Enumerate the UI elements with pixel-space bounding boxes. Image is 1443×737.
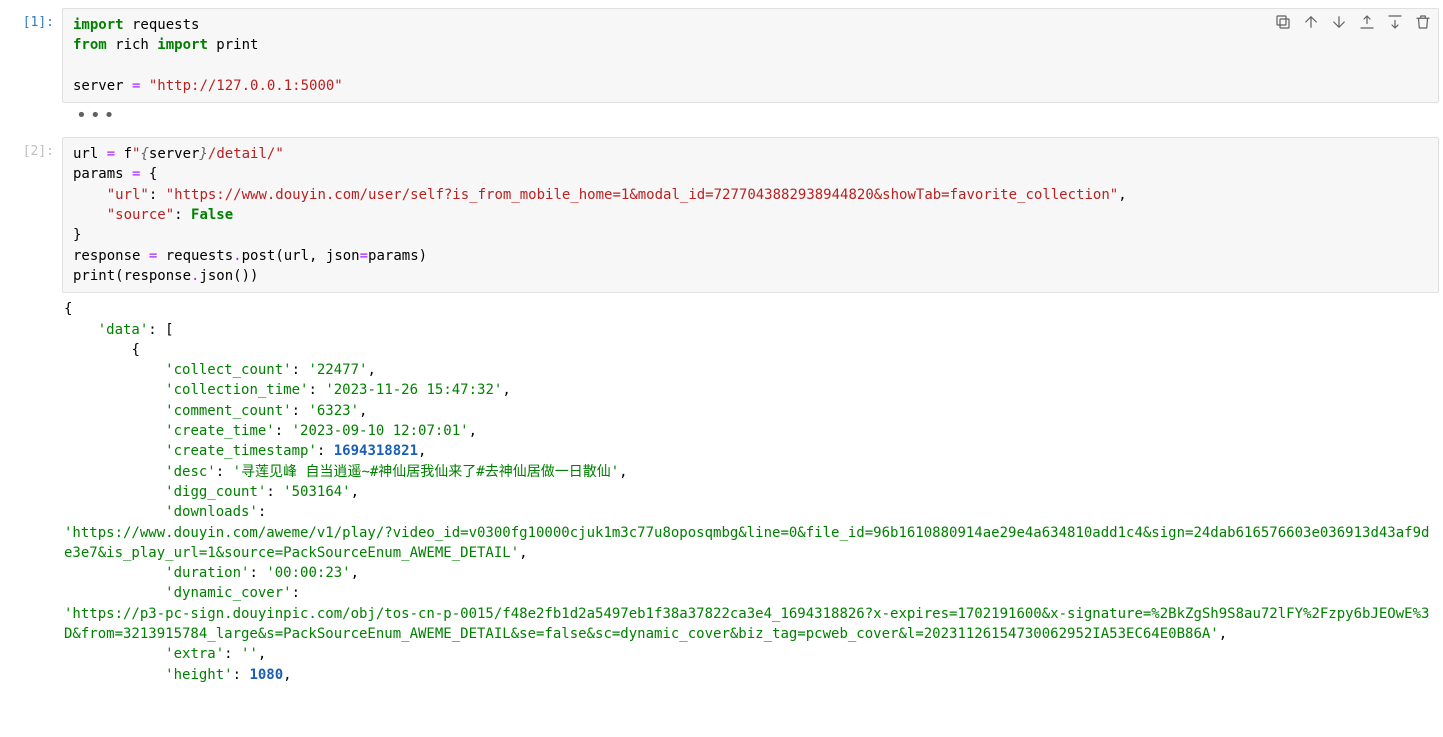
code-line: "source": False	[73, 205, 1428, 225]
output-line: 'collect_count': '22477',	[64, 360, 1437, 380]
output-line: 'dynamic_cover':	[64, 583, 1437, 603]
code-line: }	[73, 225, 1428, 245]
code-line: url = f"{server}/detail/"	[73, 144, 1428, 164]
arrow-up-icon[interactable]	[1302, 13, 1320, 31]
code-line	[73, 56, 1428, 76]
code-line: response = requests.post(url, json=param…	[73, 246, 1428, 266]
output-line: 'data': [	[64, 320, 1437, 340]
output-line: {	[64, 299, 1437, 319]
code-line: from rich import print	[73, 35, 1428, 55]
output-line: 'height': 1080,	[64, 665, 1437, 685]
code-line: print(response.json())	[73, 266, 1428, 286]
insert-above-icon[interactable]	[1358, 13, 1376, 31]
output-line: 'https://p3-pc-sign.douyinpic.com/obj/to…	[64, 604, 1437, 645]
output-cell-2: { 'data': [ { 'collect_count': '22477', …	[4, 295, 1439, 689]
output-line: 'duration': '00:00:23',	[64, 563, 1437, 583]
input-area-2[interactable]: url = f"{server}/detail/" params = { "ur…	[62, 137, 1439, 293]
code-line: server = "http://127.0.0.1:5000"	[73, 76, 1428, 96]
output-line: 'create_timestamp': 1694318821,	[64, 441, 1437, 461]
code-line: import requests	[73, 15, 1428, 35]
code-line: params = {	[73, 164, 1428, 184]
output-line: 'comment_count': '6323',	[64, 401, 1437, 421]
output-line: 'extra': '',	[64, 644, 1437, 664]
input-prompt-2: [2]:	[4, 137, 62, 293]
code-cell-1: [1]: import requests from rich import pr…	[4, 8, 1439, 103]
output-line: 'desc': '寻莲见峰 自当逍遥~#神仙居我仙来了#去神仙居做一日散仙',	[64, 462, 1437, 482]
collapsed-cell-indicator[interactable]: •••	[4, 107, 1439, 125]
delete-icon[interactable]	[1414, 13, 1432, 31]
code-cell-2: [2]: url = f"{server}/detail/" params = …	[4, 137, 1439, 293]
ellipsis-icon: •••	[62, 107, 118, 125]
copy-icon[interactable]	[1274, 13, 1292, 31]
cell-toolbar	[1274, 13, 1432, 31]
output-line: 'downloads':	[64, 502, 1437, 522]
input-area-1[interactable]: import requests from rich import print s…	[62, 8, 1439, 103]
output-prompt	[4, 295, 62, 689]
output-line: 'digg_count': '503164',	[64, 482, 1437, 502]
code-line: "url": "https://www.douyin.com/user/self…	[73, 185, 1428, 205]
arrow-down-icon[interactable]	[1330, 13, 1348, 31]
output-line: 'https://www.douyin.com/aweme/v1/play/?v…	[64, 523, 1437, 564]
input-prompt-1: [1]:	[4, 8, 62, 103]
output-line: 'create_time': '2023-09-10 12:07:01',	[64, 421, 1437, 441]
output-area: { 'data': [ { 'collect_count': '22477', …	[62, 295, 1439, 689]
insert-below-icon[interactable]	[1386, 13, 1404, 31]
output-line: {	[64, 340, 1437, 360]
output-line: 'collection_time': '2023-11-26 15:47:32'…	[64, 380, 1437, 400]
